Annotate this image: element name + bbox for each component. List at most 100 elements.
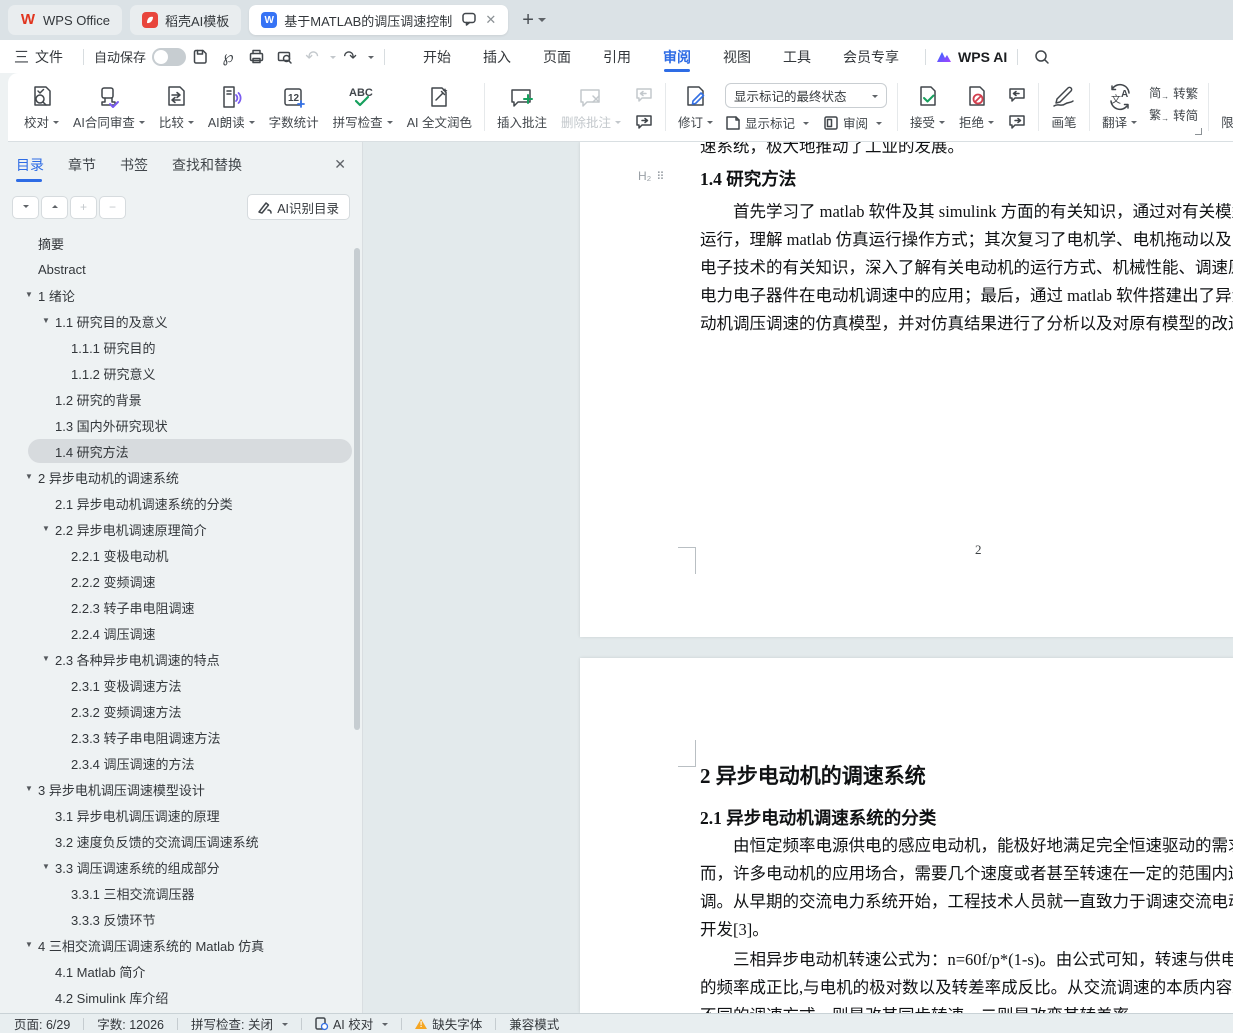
new-tab-button[interactable]: + [522,9,534,32]
sidebar-tab-chapters[interactable]: 章节 [68,142,96,188]
ai-contract-review-button[interactable]: AI合同审查 [71,81,147,131]
redo-chevron-icon[interactable] [368,56,374,62]
toc-item[interactable]: 2.3.3 转子串电阻调速方法 [0,724,362,750]
toc-item[interactable]: 2.2.3 转子串电阻调速 [0,594,362,620]
document-page-1[interactable]: 速系统，极大地推动了工业的发展。 H₂ ⠿ 1.4 研究方法 首先学习了 mat… [580,142,1233,637]
compare-button[interactable]: 比较 [157,81,196,131]
menu-home[interactable]: 开始 [407,40,467,73]
toc-item[interactable]: 2.2.1 变极电动机 [0,542,362,568]
toc-item[interactable]: ▼2.2 异步电机调速原理简介 [0,516,362,542]
status-page-indicator[interactable]: 页面: 6/29 [14,1014,70,1033]
review-pane-button[interactable]: 审阅 [823,113,882,132]
tab-wps-office[interactable]: W WPS Office [8,5,122,35]
translate-button[interactable]: 文A 翻译 [1100,81,1139,131]
status-ai-proofread[interactable]: AI 校对 [315,1014,388,1033]
collapse-triangle-icon[interactable]: ▼ [25,290,33,299]
toc-item[interactable]: ▼4 三相交流调压调速系统的 Matlab 仿真 [0,932,362,958]
sidebar-tab-find-replace[interactable]: 查找和替换 [172,142,242,188]
collapse-triangle-icon[interactable]: ▼ [25,472,33,481]
toc-item[interactable]: ▼1.1 研究目的及意义 [0,308,362,334]
menu-file[interactable]: 文件 [35,47,63,67]
toc-item[interactable]: 1.2 研究的背景 [0,386,362,412]
tab-list-chevron-icon[interactable] [538,18,546,26]
hamburger-menu-icon[interactable]: 三 [14,46,29,67]
previous-change-icon[interactable] [1006,85,1028,105]
markup-state-dropdown[interactable]: 显示标记的最终状态 [725,83,887,108]
toc-item[interactable]: ▼2 异步电动机的调速系统 [0,464,362,490]
brush-button[interactable]: 画笔 [1049,81,1079,131]
collapse-triangle-icon[interactable]: ▼ [42,316,50,325]
collapse-triangle-icon[interactable]: ▼ [42,862,50,871]
toc-collapse-button[interactable] [41,196,68,219]
toc-item[interactable]: 2.3.4 调压调速的方法 [0,750,362,776]
group-expand-icon[interactable] [1195,128,1202,135]
ai-read-aloud-button[interactable]: AI朗读 [206,81,257,131]
tab-close-icon[interactable]: ✕ [485,12,496,28]
sidebar-tab-bookmarks[interactable]: 书签 [120,142,148,188]
accept-button[interactable]: 接受 [908,81,947,131]
menu-page[interactable]: 页面 [527,40,587,73]
toc-item[interactable]: Abstract [0,256,362,282]
track-changes-button[interactable]: 修订 [676,81,715,131]
toc-item[interactable]: 3.2 速度负反馈的交流调压调速系统 [0,828,362,854]
search-icon[interactable] [1031,46,1053,68]
toc-item[interactable]: 4.1 Matlab 简介 [0,958,362,984]
toc-item[interactable]: 2.3.1 变极调速方法 [0,672,362,698]
toc-item[interactable]: 1.1.1 研究目的 [0,334,362,360]
ai-polish-button[interactable]: AI 全文润色 [405,81,474,131]
proofread-button[interactable]: 校对 [22,81,61,131]
word-count-button[interactable]: 12 字数统计 [267,81,321,131]
toc-item[interactable]: 2.1 异步电动机调速系统的分类 [0,490,362,516]
to-traditional-button[interactable]: 简→ 转繁 [1149,83,1198,102]
toc-item[interactable]: ▼3 异步电机调压调速模型设计 [0,776,362,802]
restrict-editing-button[interactable]: 限制编辑 [1219,81,1233,131]
tab-comment-icon[interactable] [462,12,477,29]
status-word-count[interactable]: 字数: 12026 [97,1014,164,1033]
sidebar-scrollbar-thumb[interactable] [354,248,360,730]
toc-item[interactable]: 2.3.2 变频调速方法 [0,698,362,724]
toc-item[interactable]: 3.3.3 反馈环节 [0,906,362,932]
menu-member[interactable]: 会员专享 [827,40,915,73]
toc-item[interactable]: 1.4 研究方法 [0,438,362,464]
toc-item[interactable]: 1.1.2 研究意义 [0,360,362,386]
print-preview-icon[interactable] [273,46,295,68]
save-icon[interactable] [189,46,211,68]
spell-check-button[interactable]: ABC 拼写检查 [331,81,395,131]
tab-docer-templates[interactable]: 稻壳AI模板 [130,5,241,35]
tab-document-active[interactable]: W 基于MATLAB的调压调速控制 ✕ [249,5,508,35]
toc-item[interactable]: 摘要 [0,230,362,256]
autosave-toggle[interactable] [152,48,186,66]
document-page-2[interactable]: 2 异步电动机的调速系统 2.1 异步电动机调速系统的分类 由恒定频率电源供电的… [580,658,1233,1013]
reject-button[interactable]: 拒绝 [957,81,996,131]
toc-item[interactable]: ▼2.3 各种异步电机调速的特点 [0,646,362,672]
menu-view[interactable]: 视图 [707,40,767,73]
menu-tools[interactable]: 工具 [767,40,827,73]
drag-handle-icon[interactable]: ⠿ [656,170,663,183]
toc-item[interactable]: 3.1 异步电机调压调速的原理 [0,802,362,828]
sidebar-close-icon[interactable]: ✕ [334,156,346,173]
menu-reference[interactable]: 引用 [587,40,647,73]
toc-item[interactable]: 3.3.1 三相交流调压器 [0,880,362,906]
next-comment-icon[interactable] [633,112,655,132]
status-compat-mode[interactable]: 兼容模式 [509,1014,559,1033]
sidebar-tab-contents[interactable]: 目录 [16,142,44,188]
to-simplified-button[interactable]: 繁→ 转简 [1149,105,1198,124]
menu-review[interactable]: 审阅 [647,40,707,73]
collapse-triangle-icon[interactable]: ▼ [25,784,33,793]
toc-item[interactable]: 2.2.4 调压调速 [0,620,362,646]
redo-icon[interactable]: ↷ [339,46,361,68]
toc-item[interactable]: 4.2 Simulink 库介绍 [0,984,362,1010]
next-change-icon[interactable] [1006,112,1028,132]
menu-insert[interactable]: 插入 [467,40,527,73]
wps-ai-button[interactable]: WPS AI [936,49,1007,65]
collapse-triangle-icon[interactable]: ▼ [42,524,50,533]
toc-item[interactable]: 1.3 国内外研究现状 [0,412,362,438]
print-icon[interactable] [245,46,267,68]
status-spellcheck[interactable]: 拼写检查: 关闭 [191,1014,288,1033]
collapse-triangle-icon[interactable]: ▼ [25,940,33,949]
ai-recognize-toc-button[interactable]: AI识别目录 [247,194,350,220]
show-markup-button[interactable]: 显示标记 [725,113,809,132]
toc-item[interactable]: ▼3.3 调压调速系统的组成部分 [0,854,362,880]
insert-comment-button[interactable]: 插入批注 [495,81,549,131]
collapse-triangle-icon[interactable]: ▼ [42,654,50,663]
